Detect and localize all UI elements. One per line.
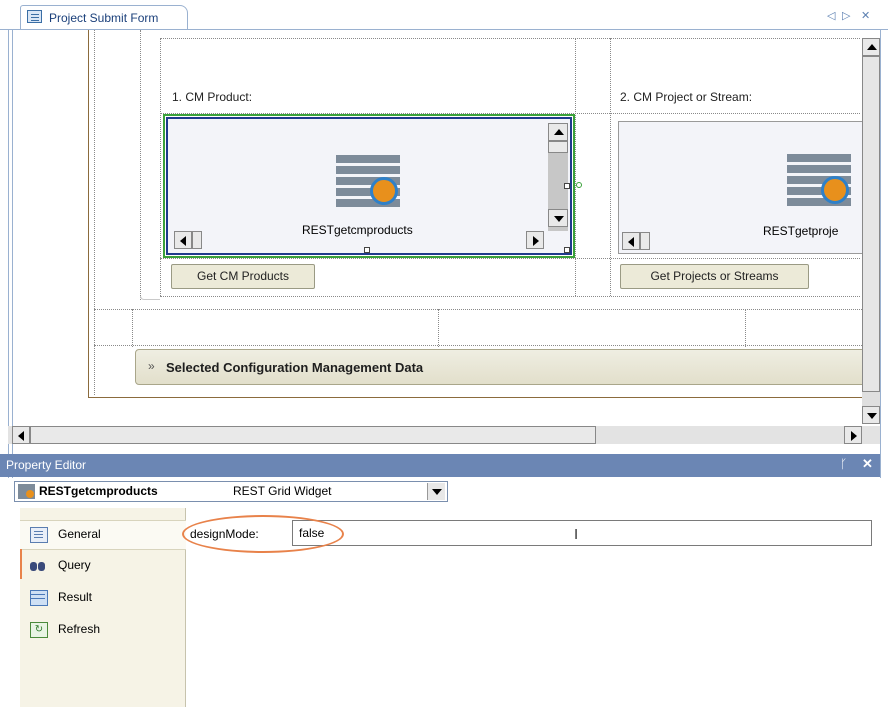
general-icon	[30, 527, 48, 543]
get-projects-button[interactable]: Get Projects or Streams	[620, 264, 809, 289]
scroll-right-button[interactable]	[526, 231, 544, 249]
nav-item-query[interactable]: Query	[20, 552, 186, 580]
scroll-thumb[interactable]	[30, 426, 596, 444]
scroll-left-button[interactable]	[622, 232, 640, 250]
layout-grid-line	[160, 296, 860, 297]
resize-handle[interactable]	[364, 247, 370, 253]
rest-grid-icon	[18, 484, 35, 499]
layout-grid-line	[160, 38, 860, 39]
tab-bar-divider	[0, 29, 888, 30]
highlight-annotation	[182, 515, 344, 553]
dropdown-arrow-icon[interactable]	[427, 483, 445, 500]
widget-selector-dropdown[interactable]: RESTgetcmproducts REST Grid Widget	[14, 481, 448, 502]
close-icon[interactable]: ✕	[862, 456, 873, 472]
widget-name: RESTgetproje	[763, 224, 839, 238]
rest-grid-widget-cmproducts[interactable]: RESTgetcmproducts	[166, 117, 572, 255]
nav-indicator	[20, 549, 22, 579]
scroll-down-button[interactable]	[548, 209, 568, 227]
chevron-down-icon[interactable]: »	[148, 359, 155, 373]
text-cursor-icon: Ⅰ	[574, 526, 579, 542]
layout-grid-line	[94, 345, 864, 346]
scroll-left-button[interactable]	[12, 426, 30, 444]
resize-handle[interactable]	[564, 183, 570, 189]
table-icon	[30, 590, 48, 606]
tab-project-submit-form[interactable]: Project Submit Form	[20, 5, 188, 30]
nav-item-refresh[interactable]: ↻ Refresh	[20, 616, 186, 644]
layout-grid-line	[94, 30, 95, 395]
selected-widget-name: RESTgetcmproducts	[39, 484, 158, 498]
design-mode-field[interactable]: false	[292, 520, 872, 546]
layout-grid-line	[438, 309, 439, 347]
pin-icon[interactable]: ᚴ	[840, 457, 847, 471]
layout-grid-line	[745, 309, 746, 347]
nav-label: Result	[58, 590, 93, 604]
tab-title: Project Submit Form	[49, 11, 159, 25]
rest-grid-icon	[787, 154, 851, 208]
scroll-left-button[interactable]	[174, 231, 192, 249]
scroll-thumb[interactable]	[862, 56, 880, 392]
refresh-icon: ↻	[30, 622, 48, 638]
property-category-nav: General Query Result ↻ Refresh	[20, 508, 186, 707]
layout-grid-line	[140, 30, 141, 300]
tab-next-icon[interactable]: ▷	[842, 9, 850, 22]
nav-item-result[interactable]: Result	[20, 584, 186, 612]
resize-handle[interactable]	[564, 247, 570, 253]
nav-label: Refresh	[58, 622, 101, 636]
tab-prev-icon[interactable]: ◁	[827, 9, 835, 22]
rest-grid-widget-projects[interactable]: RESTgetproje	[618, 121, 868, 254]
cm-project-label: 2. CM Project or Stream:	[620, 90, 753, 104]
form-border	[88, 30, 89, 398]
property-editor-title: Property Editor	[6, 458, 87, 472]
section-header[interactable]: » Selected Configuration Management Data	[135, 349, 868, 385]
binoculars-icon	[30, 558, 46, 572]
scroll-thumb[interactable]	[640, 232, 650, 250]
tab-close-icon[interactable]: ✕	[861, 9, 870, 22]
form-icon	[27, 10, 42, 23]
layout-grid-line	[94, 309, 864, 310]
widget-selector-row: RESTgetcmproducts REST Grid Widget	[0, 478, 888, 506]
rest-grid-icon	[336, 155, 400, 209]
connector-handle[interactable]	[576, 182, 582, 188]
nav-label: Query	[58, 558, 91, 572]
layout-grid-line	[132, 309, 133, 347]
scroll-up-button[interactable]	[548, 123, 568, 141]
selected-widget-type: REST Grid Widget	[233, 484, 332, 498]
property-editor-header: Property Editor ᚴ ✕	[0, 454, 880, 477]
layout-grid-line	[160, 258, 860, 259]
widget-name: RESTgetcmproducts	[302, 223, 413, 237]
scroll-thumb[interactable]	[192, 231, 202, 249]
document-tab-bar: Project Submit Form ◁ ▷ ✕	[0, 0, 888, 30]
form-border	[88, 397, 868, 398]
cm-product-label: 1. CM Product:	[172, 90, 253, 104]
panel-corner	[140, 296, 160, 300]
scroll-up-button[interactable]	[862, 38, 880, 56]
scroll-down-button[interactable]	[862, 406, 880, 424]
scroll-thumb[interactable]	[548, 141, 568, 153]
get-cm-products-button[interactable]: Get CM Products	[171, 264, 315, 289]
nav-item-general[interactable]: General	[20, 520, 186, 550]
scroll-right-button[interactable]	[844, 426, 862, 444]
nav-label: General	[58, 527, 101, 541]
section-title: Selected Configuration Management Data	[166, 360, 424, 375]
